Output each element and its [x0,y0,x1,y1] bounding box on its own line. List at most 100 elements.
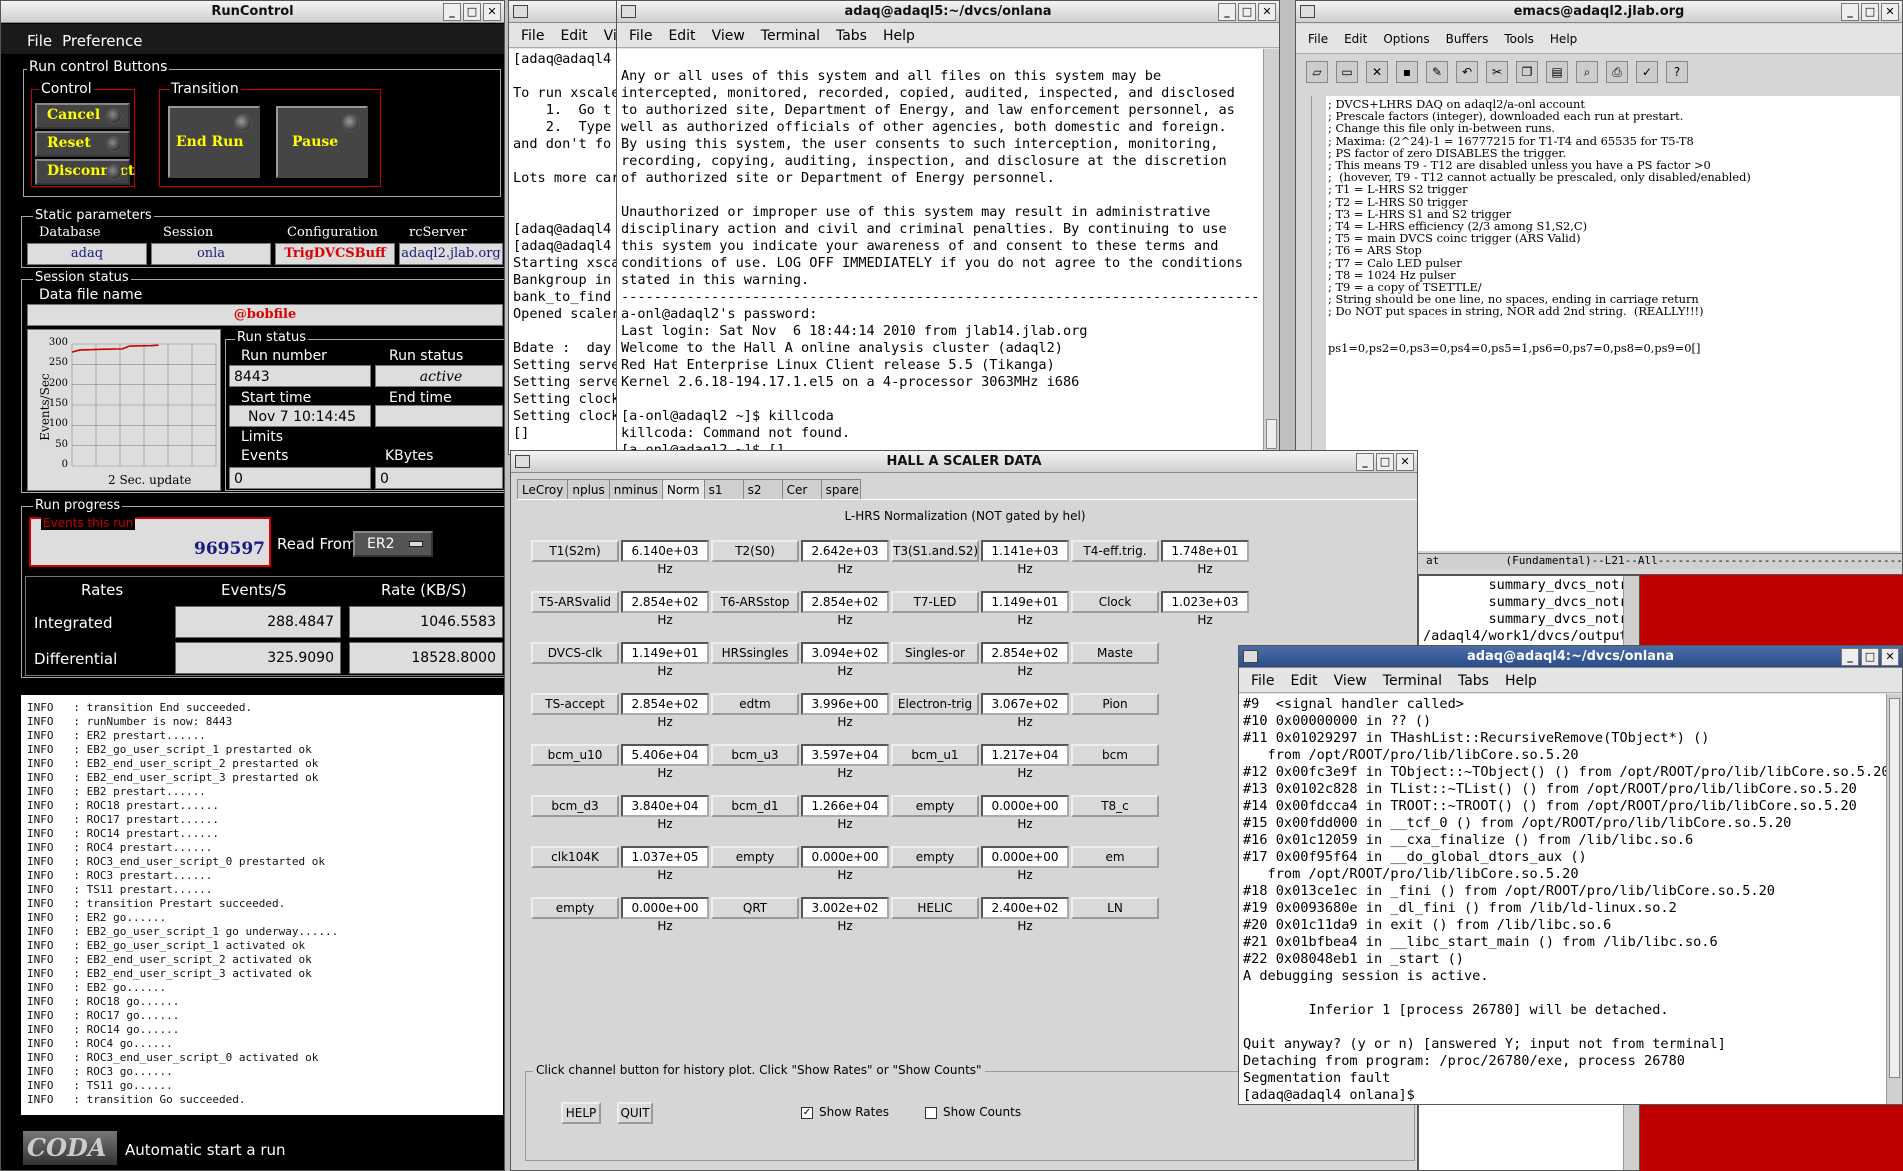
tab-norm[interactable]: Norm [661,479,705,501]
open-folder-icon[interactable]: ▭ [1336,61,1358,83]
tab-s1[interactable]: s1 [703,479,744,501]
menu-view[interactable]: View [706,24,751,47]
menu-terminal[interactable]: Terminal [1377,669,1448,692]
channel-button[interactable]: T2(S0) [711,540,799,562]
pause-button[interactable]: Pause [276,106,368,178]
menu-file[interactable]: File [27,24,52,54]
maximize-button[interactable]: □ [1861,648,1879,666]
cancel-button[interactable]: Cancel [35,103,130,129]
kbytes-limit-input[interactable]: 0 [375,467,503,489]
minimize-button[interactable]: _ [443,3,461,21]
menu-help[interactable]: Help [1499,669,1543,692]
read-from-select[interactable]: ER2 [353,531,433,557]
maximize-button[interactable]: □ [1376,453,1394,471]
menu-edit[interactable]: Edit [662,24,701,47]
maximize-button[interactable]: □ [463,3,481,21]
channel-button[interactable]: bcm_u1 [891,744,979,766]
close-button[interactable]: ✕ [1396,453,1414,471]
show-counts-checkbox[interactable] [925,1107,937,1119]
help-button[interactable]: HELP [561,1102,601,1124]
events-limit-input[interactable]: 0 [229,467,371,489]
preferences-icon[interactable]: ✓ [1636,61,1658,83]
scrollbar[interactable] [1263,49,1279,454]
minimize-button[interactable]: _ [1218,3,1236,21]
channel-button[interactable]: bcm_u10 [531,744,619,766]
channel-button[interactable]: TS-accept [531,693,619,715]
reset-button[interactable]: Reset [35,131,130,157]
terminal-output[interactable]: #9 <signal handler called> #10 0x00000000… [1239,694,1886,1104]
titlebar[interactable]: adaq@adaql4:~/dvcs/onlana _ □ ✕ [1239,646,1902,668]
channel-button[interactable]: HRSsingles [711,642,799,664]
disconnect-button[interactable]: Disconnect [35,159,134,185]
cut-icon[interactable]: ✂ [1486,61,1508,83]
tab-cer[interactable]: Cer [781,479,822,501]
scrollbar[interactable] [1886,694,1902,1104]
channel-button[interactable]: T5-ARSvalid [531,591,619,613]
menu-buffers[interactable]: Buffers [1440,24,1495,53]
close-button[interactable]: ✕ [1881,3,1899,21]
copy-icon[interactable]: ❐ [1516,61,1538,83]
channel-button[interactable]: clk104K [531,846,619,868]
titlebar[interactable]: emacs@adaql2.jlab.org _ □ ✕ [1296,1,1902,23]
channel-button[interactable]: Singles-or [891,642,979,664]
maximize-button[interactable]: □ [1861,3,1879,21]
menu-preference[interactable]: Preference [62,24,142,54]
scrollbar-thumb[interactable] [1266,419,1277,449]
channel-button[interactable]: DVCS-clk [531,642,619,664]
channel-button[interactable]: bcm_d1 [711,795,799,817]
channel-button[interactable]: T4-eff.trig. [1071,540,1159,562]
runcontrol-titlebar[interactable]: RunControl _ □ ✕ [1,1,504,23]
terminal-output[interactable]: Any or all uses of this system and all f… [617,49,1263,454]
tab-s2[interactable]: s2 [742,479,783,501]
undo-icon[interactable]: ↶ [1456,61,1478,83]
channel-button[interactable]: QRT [711,897,799,919]
channel-button[interactable]: bcm_d3 [531,795,619,817]
channel-button[interactable]: empty [711,846,799,868]
minimize-button[interactable]: _ [1841,648,1859,666]
show-rates-checkbox[interactable]: ✓ [801,1107,813,1119]
titlebar[interactable] [509,1,627,23]
save-as-icon[interactable]: ✎ [1426,61,1448,83]
titlebar[interactable]: adaq@adaql5:~/dvcs/onlana _ □ ✕ [617,1,1279,23]
menu-file[interactable]: File [1245,669,1280,692]
menu-options[interactable]: Options [1377,24,1435,53]
scrollbar-thumb[interactable] [1889,698,1900,1078]
channel-button[interactable]: HELIC [891,897,979,919]
close-button[interactable]: ✕ [483,3,501,21]
channel-button[interactable]: empty [531,897,619,919]
channel-button[interactable]: T1(S2m) [531,540,619,562]
channel-button[interactable]: em [1071,846,1159,868]
save-icon[interactable]: ▪ [1396,61,1418,83]
paste-icon[interactable]: ▤ [1546,61,1568,83]
channel-button[interactable]: edtm [711,693,799,715]
menu-file[interactable]: File [623,24,658,47]
channel-button[interactable]: empty [891,795,979,817]
menu-edit[interactable]: Edit [1284,669,1323,692]
minimize-button[interactable]: _ [1841,3,1859,21]
end-run-button[interactable]: End Run [168,106,260,178]
close-button[interactable]: ✕ [1258,3,1276,21]
menu-file[interactable]: File [515,24,550,47]
menu-view[interactable]: View [1328,669,1373,692]
tab-nplus[interactable]: nplus [567,479,610,501]
tab-spare[interactable]: spare [820,479,861,501]
print-icon[interactable]: ⎙ [1606,61,1628,83]
channel-button[interactable]: bcm [1071,744,1159,766]
channel-button[interactable]: Maste [1071,642,1159,664]
channel-button[interactable]: T7-LED [891,591,979,613]
channel-button[interactable]: Pion [1071,693,1159,715]
minimize-button[interactable]: _ [1356,453,1374,471]
channel-button[interactable]: T8_c [1071,795,1159,817]
channel-button[interactable]: LN [1071,897,1159,919]
close-button[interactable]: ✕ [1881,648,1899,666]
runcontrol-log[interactable]: INFO : transition End succeeded. INFO : r… [21,695,503,1115]
channel-button[interactable]: Electron-trig [891,693,979,715]
close-buffer-icon[interactable]: ✕ [1366,61,1388,83]
channel-button[interactable]: empty [891,846,979,868]
tab-nminus[interactable]: nminus [608,479,663,501]
terminal-output[interactable]: [adaq@adaql4 To run xscale 1. Go t 2. Ty… [509,49,627,454]
titlebar[interactable]: HALL A SCALER DATA _ □ ✕ [511,451,1417,473]
menu-terminal[interactable]: Terminal [755,24,826,47]
menu-edit[interactable]: Edit [554,24,593,47]
menu-edit[interactable]: Edit [1338,24,1373,53]
